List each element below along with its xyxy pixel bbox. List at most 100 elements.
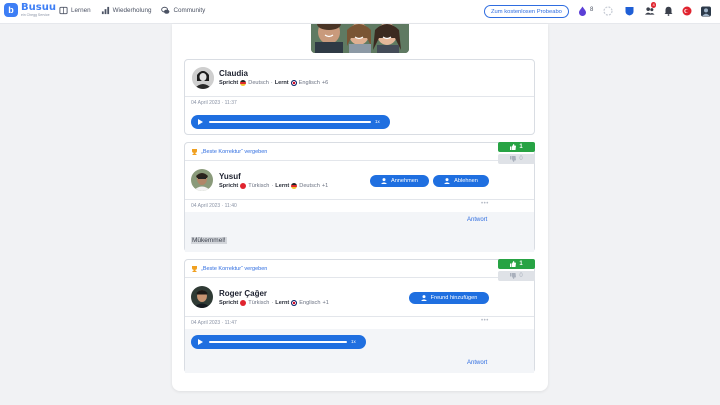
- trophy-icon: [192, 266, 197, 272]
- nav-item-community[interactable]: Community: [161, 6, 205, 15]
- post-box: Claudia Spricht Deutsch · Lernt Englisch…: [184, 59, 535, 135]
- decline-friend-button[interactable]: Ablehnen: [433, 175, 489, 187]
- nav-label-wiederholung: Wiederholung: [112, 7, 152, 14]
- user-avatar-icon[interactable]: [701, 6, 711, 16]
- german-flag-icon: [240, 80, 247, 86]
- upvote-button[interactable]: 1: [498, 259, 535, 269]
- thumbs-down-icon: [510, 156, 517, 162]
- divider: [185, 316, 534, 317]
- speaks-language: Deutsch: [248, 80, 269, 86]
- reply-area: 1x Antwort: [185, 329, 534, 373]
- post-date: 04 April 2023 · 11:37: [191, 100, 237, 106]
- shield-icon[interactable]: [624, 6, 634, 16]
- avatar[interactable]: [192, 67, 214, 89]
- answer-link[interactable]: Antwort: [467, 217, 487, 223]
- audio-progress-bar[interactable]: [209, 121, 371, 123]
- divider: [185, 199, 534, 200]
- language-info: Spricht Deutsch · Lernt Englisch +6: [219, 80, 329, 86]
- thumbs-up-icon: [510, 144, 517, 150]
- uk-flag-icon: [290, 80, 297, 86]
- upvote-count: 1: [519, 261, 523, 267]
- learns-label: Lernt: [274, 80, 289, 86]
- best-correction-label: „Beste Korrektur“ vergeben: [201, 149, 268, 155]
- add-friend-label: Freund hinzufügen: [430, 295, 478, 301]
- loading-spinner-icon: [603, 6, 613, 16]
- friends-badge: 4: [651, 2, 657, 8]
- comment-text: Mükemmel!: [191, 237, 227, 244]
- downvote-count: 0: [519, 156, 523, 162]
- german-flag-icon: [291, 183, 298, 189]
- divider: [185, 96, 534, 97]
- top-navigation-bar: b Busuu ein Chegg Service Lernen Wiederh…: [0, 0, 720, 24]
- friends-icon[interactable]: 4: [645, 2, 657, 16]
- nav-item-wiederholung[interactable]: Wiederholung: [101, 6, 152, 15]
- more-options-icon[interactable]: •••: [481, 201, 489, 207]
- reply-area: Antwort Mükemmel!: [185, 212, 534, 252]
- comment-box: „Beste Korrektur“ vergeben Roger Çağer S…: [184, 259, 535, 373]
- speaks-label: Spricht: [219, 183, 239, 189]
- play-icon[interactable]: [198, 339, 203, 345]
- more-options-icon[interactable]: •••: [481, 318, 489, 324]
- avatar[interactable]: [191, 169, 213, 191]
- language-info: Spricht Türkisch · Lernt Englisch +1: [219, 300, 329, 306]
- speaks-language: Türkisch: [248, 183, 270, 189]
- gem-icon[interactable]: [577, 6, 587, 16]
- language-flag-turkey-icon[interactable]: [682, 6, 692, 16]
- post-photo: [311, 24, 409, 53]
- busuu-logo[interactable]: b Busuu ein Chegg Service: [4, 3, 56, 18]
- answer-link[interactable]: Antwort: [467, 360, 487, 366]
- divider: [185, 160, 534, 161]
- free-trial-button[interactable]: Zum kostenlosen Probeabo: [484, 5, 569, 18]
- comment-date: 04 April 2023 · 11:47: [191, 320, 237, 326]
- learns-label: Lernt: [275, 183, 290, 189]
- username[interactable]: Roger Çağer: [219, 289, 267, 298]
- learns-language: Englisch: [298, 80, 320, 86]
- comment-box: „Beste Korrektur“ vergeben Yusuf Spricht…: [184, 142, 535, 252]
- downvote-button[interactable]: 0: [498, 271, 535, 281]
- comment-date: 04 April 2023 · 11:40: [191, 203, 237, 209]
- downvote-count: 0: [519, 273, 523, 279]
- language-info: Spricht Türkisch · Lernt Deutsch +1: [219, 183, 329, 189]
- remove-user-icon: [444, 178, 451, 184]
- downvote-button[interactable]: 0: [498, 154, 535, 164]
- nav-label-community: Community: [173, 7, 206, 14]
- main-nav: Lernen Wiederholung Community: [59, 6, 205, 15]
- add-user-icon: [380, 178, 387, 184]
- play-icon[interactable]: [198, 119, 203, 125]
- divider: [185, 277, 534, 278]
- learns-label: Lernt: [275, 300, 290, 306]
- speaks-label: Spricht: [219, 300, 239, 306]
- notifications-bell-icon[interactable]: [663, 6, 673, 16]
- learns-language: Englisch: [299, 300, 321, 306]
- nav-item-lernen[interactable]: Lernen: [59, 6, 91, 15]
- audio-player[interactable]: 1x: [191, 335, 366, 349]
- avatar[interactable]: [191, 286, 213, 308]
- uk-flag-icon: [291, 300, 298, 306]
- best-correction-link[interactable]: „Beste Korrektur“ vergeben: [191, 149, 267, 155]
- upvote-count: 1: [519, 144, 523, 150]
- audio-player[interactable]: 1x: [191, 115, 390, 129]
- chat-icon: [161, 6, 170, 14]
- accept-friend-button[interactable]: Annehmen: [370, 175, 429, 187]
- more-languages: +6: [321, 80, 329, 86]
- logo-subtitle: ein Chegg Service: [21, 13, 50, 17]
- add-friend-button[interactable]: Freund hinzufügen: [409, 292, 489, 304]
- more-languages: +1: [322, 300, 329, 306]
- nav-label-lernen: Lernen: [71, 7, 91, 14]
- upvote-button[interactable]: 1: [498, 142, 535, 152]
- thumbs-down-icon: [510, 273, 517, 279]
- audio-speed[interactable]: 1x: [351, 339, 356, 344]
- username[interactable]: Claudia: [219, 69, 248, 78]
- turkey-flag-icon: [240, 300, 247, 306]
- best-correction-link[interactable]: „Beste Korrektur“ vergeben: [191, 266, 267, 272]
- book-icon: [59, 6, 68, 15]
- audio-progress-bar[interactable]: [209, 341, 347, 343]
- decline-label: Ablehnen: [454, 178, 478, 184]
- more-languages: +1: [321, 183, 329, 189]
- username[interactable]: Yusuf: [219, 172, 241, 181]
- audio-speed[interactable]: 1x: [375, 119, 380, 124]
- gems-count: 8: [590, 7, 594, 13]
- logo-name: Busuu: [21, 2, 56, 13]
- bar-chart-icon: [101, 6, 109, 15]
- trophy-icon: [192, 149, 197, 155]
